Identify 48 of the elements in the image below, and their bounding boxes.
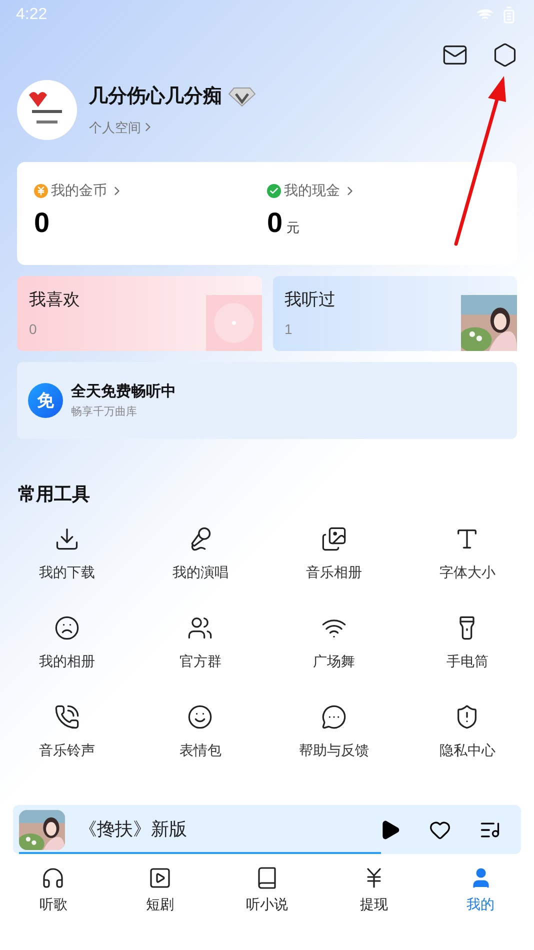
wallet-link[interactable]: 我的金币 [34, 180, 267, 201]
tool-item[interactable]: 隐私中心 [400, 704, 534, 761]
status-time: 4:22 [16, 5, 48, 25]
smile-icon [187, 704, 214, 730]
user-name: 几分伤心几分痴 [89, 84, 222, 109]
tool-item[interactable]: 官方群 [134, 615, 267, 672]
wallet-value: 0 [267, 209, 283, 237]
collection-count: 0 [29, 320, 38, 339]
diamond-icon [228, 87, 256, 108]
download-icon [54, 526, 80, 552]
collection-card[interactable]: 我喜欢 0 [17, 276, 262, 351]
headphones-icon [41, 866, 66, 890]
face-icon [54, 615, 80, 641]
collection-title: 我喜欢 [29, 289, 81, 312]
tool-item[interactable]: 音乐铃声 [0, 704, 134, 761]
tool-item[interactable]: 广场舞 [267, 615, 400, 672]
tool-item[interactable]: 我的下载 [0, 526, 134, 583]
song-title: 《搀扶》新版 [79, 818, 187, 841]
people-icon [187, 615, 214, 641]
collection-count: 1 [284, 320, 294, 339]
tool-item[interactable]: 我的相册 [0, 615, 134, 672]
nav-tab[interactable]: 短剧 [106, 866, 214, 915]
play-square-icon [148, 866, 172, 890]
tool-item[interactable]: 手电筒 [400, 615, 534, 672]
nav-tab[interactable]: 我的 [427, 866, 534, 915]
nav-tab[interactable]: 听小说 [214, 866, 320, 915]
collection-title: 我听过 [284, 289, 336, 312]
chat-bubble-icon [320, 704, 347, 730]
free-listening-banner[interactable]: 免 全天免费畅听中 畅享千万曲库 [17, 362, 517, 439]
tool-item[interactable]: 我的演唱 [134, 526, 267, 583]
wallet-unit: 元 [286, 218, 300, 236]
banner-title: 全天免费畅听中 [71, 382, 176, 402]
free-badge: 免 [28, 383, 63, 418]
collection-card[interactable]: 我听过 1 [272, 276, 517, 351]
tool-item[interactable]: 帮助与反馈 [267, 704, 400, 761]
section-title: 常用工具 [18, 483, 91, 506]
wallet-link[interactable]: 我的现金 [267, 180, 500, 201]
wallet-value: 0 [34, 209, 50, 237]
coin-icon [34, 184, 48, 198]
nav-tab[interactable]: 提现 [320, 866, 428, 915]
photo-album-icon [320, 526, 347, 552]
banner-subtitle: 畅享千万曲库 [71, 404, 138, 420]
cash-icon [267, 184, 281, 198]
tool-item[interactable]: 字体大小 [400, 526, 534, 583]
tool-item[interactable]: 音乐相册 [267, 526, 400, 583]
nav-tab[interactable]: 听歌 [0, 866, 107, 915]
tool-item[interactable]: 表情包 [134, 704, 267, 761]
settings-icon[interactable] [492, 42, 518, 68]
